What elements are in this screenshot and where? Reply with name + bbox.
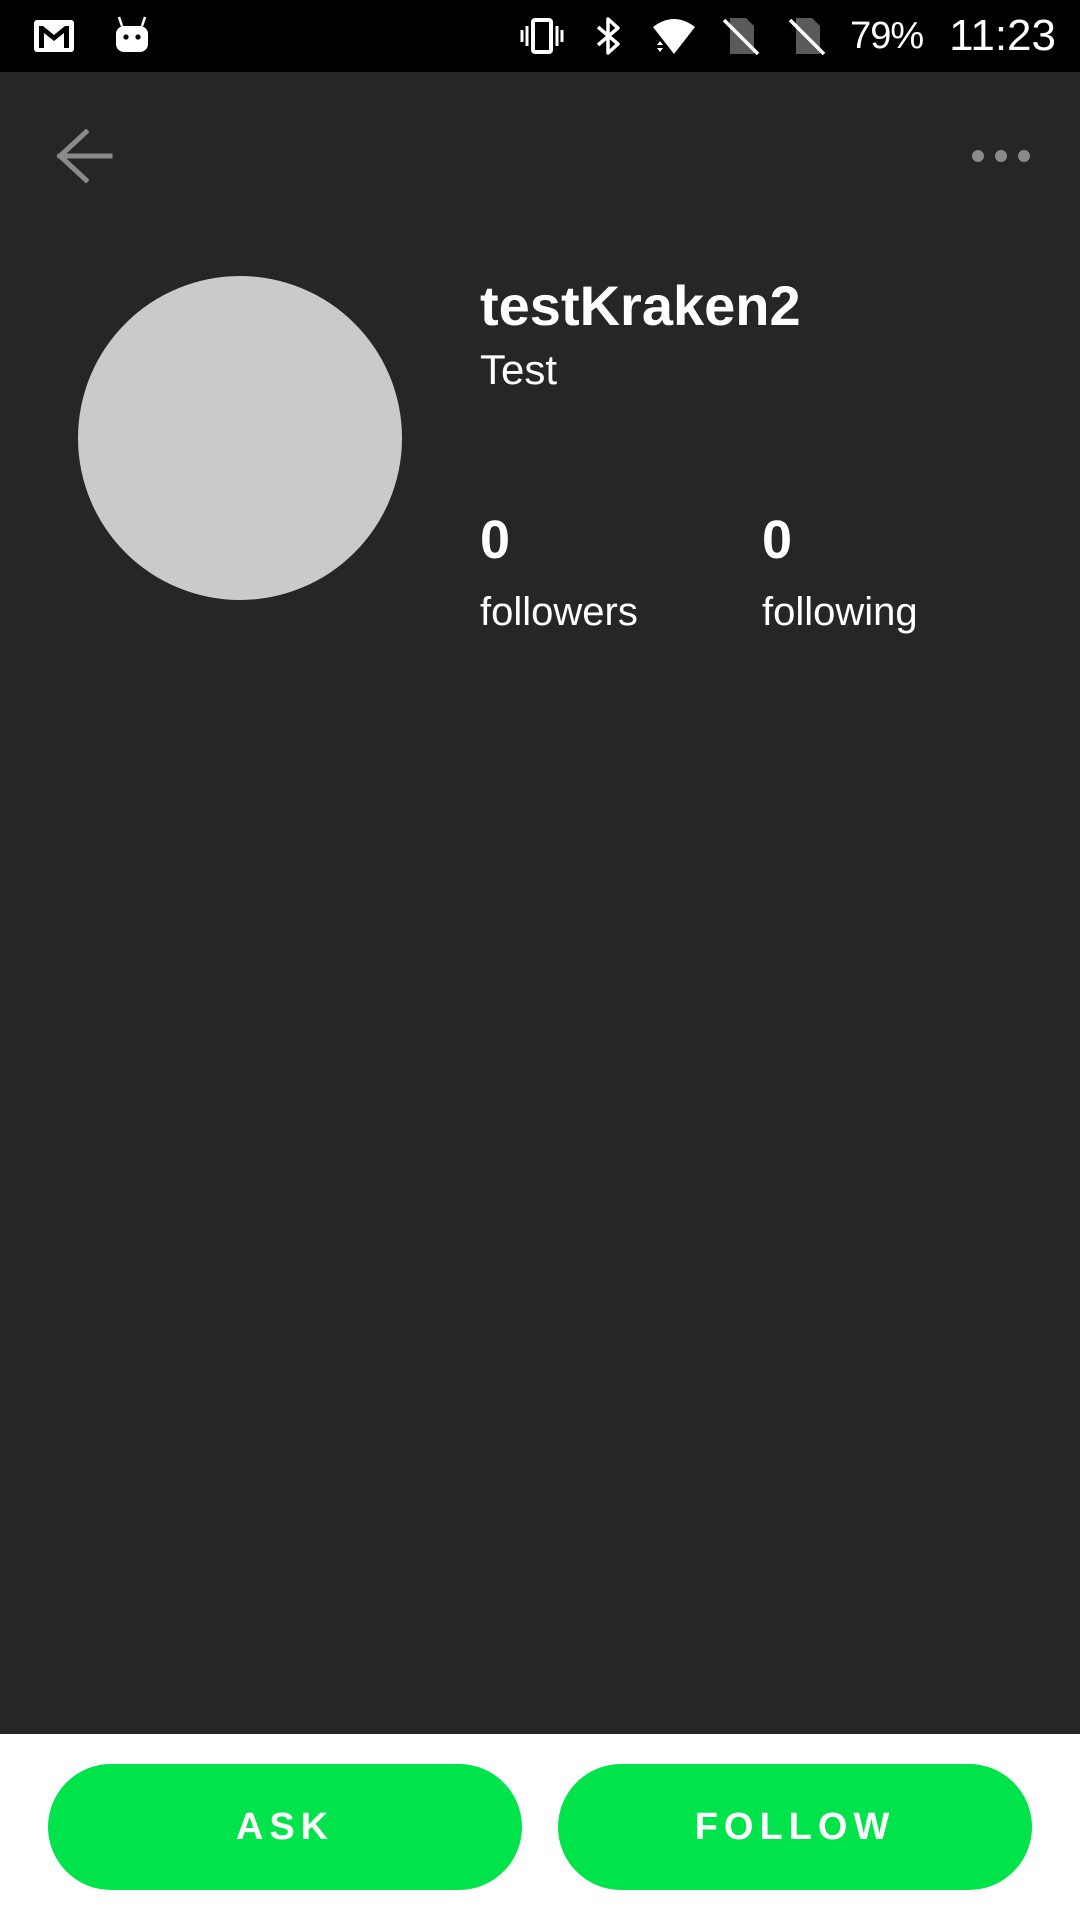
bottom-action-bar: ASK FOLLOW [0,1734,1080,1920]
followers-label: followers [480,590,638,634]
more-options-button[interactable] [966,140,1034,172]
avatar[interactable] [78,276,402,600]
vibrate-icon [520,14,564,58]
arrow-left-icon [56,128,113,184]
following-stat[interactable]: 0 following [762,508,918,638]
following-label: following [762,590,918,634]
status-bar-clock: 11:23 [949,11,1056,60]
profile-bio: Test [480,346,558,393]
no-sim-icon [718,14,762,58]
follow-button[interactable]: FOLLOW [558,1764,1032,1890]
back-button[interactable] [52,126,116,186]
status-bar: 79% 11:23 [0,0,1080,72]
followers-count: 0 [480,510,511,570]
profile-screen: 79% 11:23 testKraken2 Test 0 followers 0… [0,0,1080,1920]
ask-button[interactable]: ASK [48,1764,522,1890]
battery-percentage: 79% [850,15,924,57]
more-horizontal-icon [972,150,1030,162]
status-bar-notifications [32,14,154,58]
android-debug-icon [110,14,154,58]
following-count: 0 [762,510,793,570]
gmail-icon [32,14,76,58]
status-bar-system: 79% 11:23 [520,10,1056,62]
no-sim-icon [784,14,828,58]
wifi-icon [652,14,696,58]
bluetooth-icon [586,14,630,58]
followers-stat[interactable]: 0 followers [480,508,638,638]
profile-username: testKraken2 [480,274,801,337]
